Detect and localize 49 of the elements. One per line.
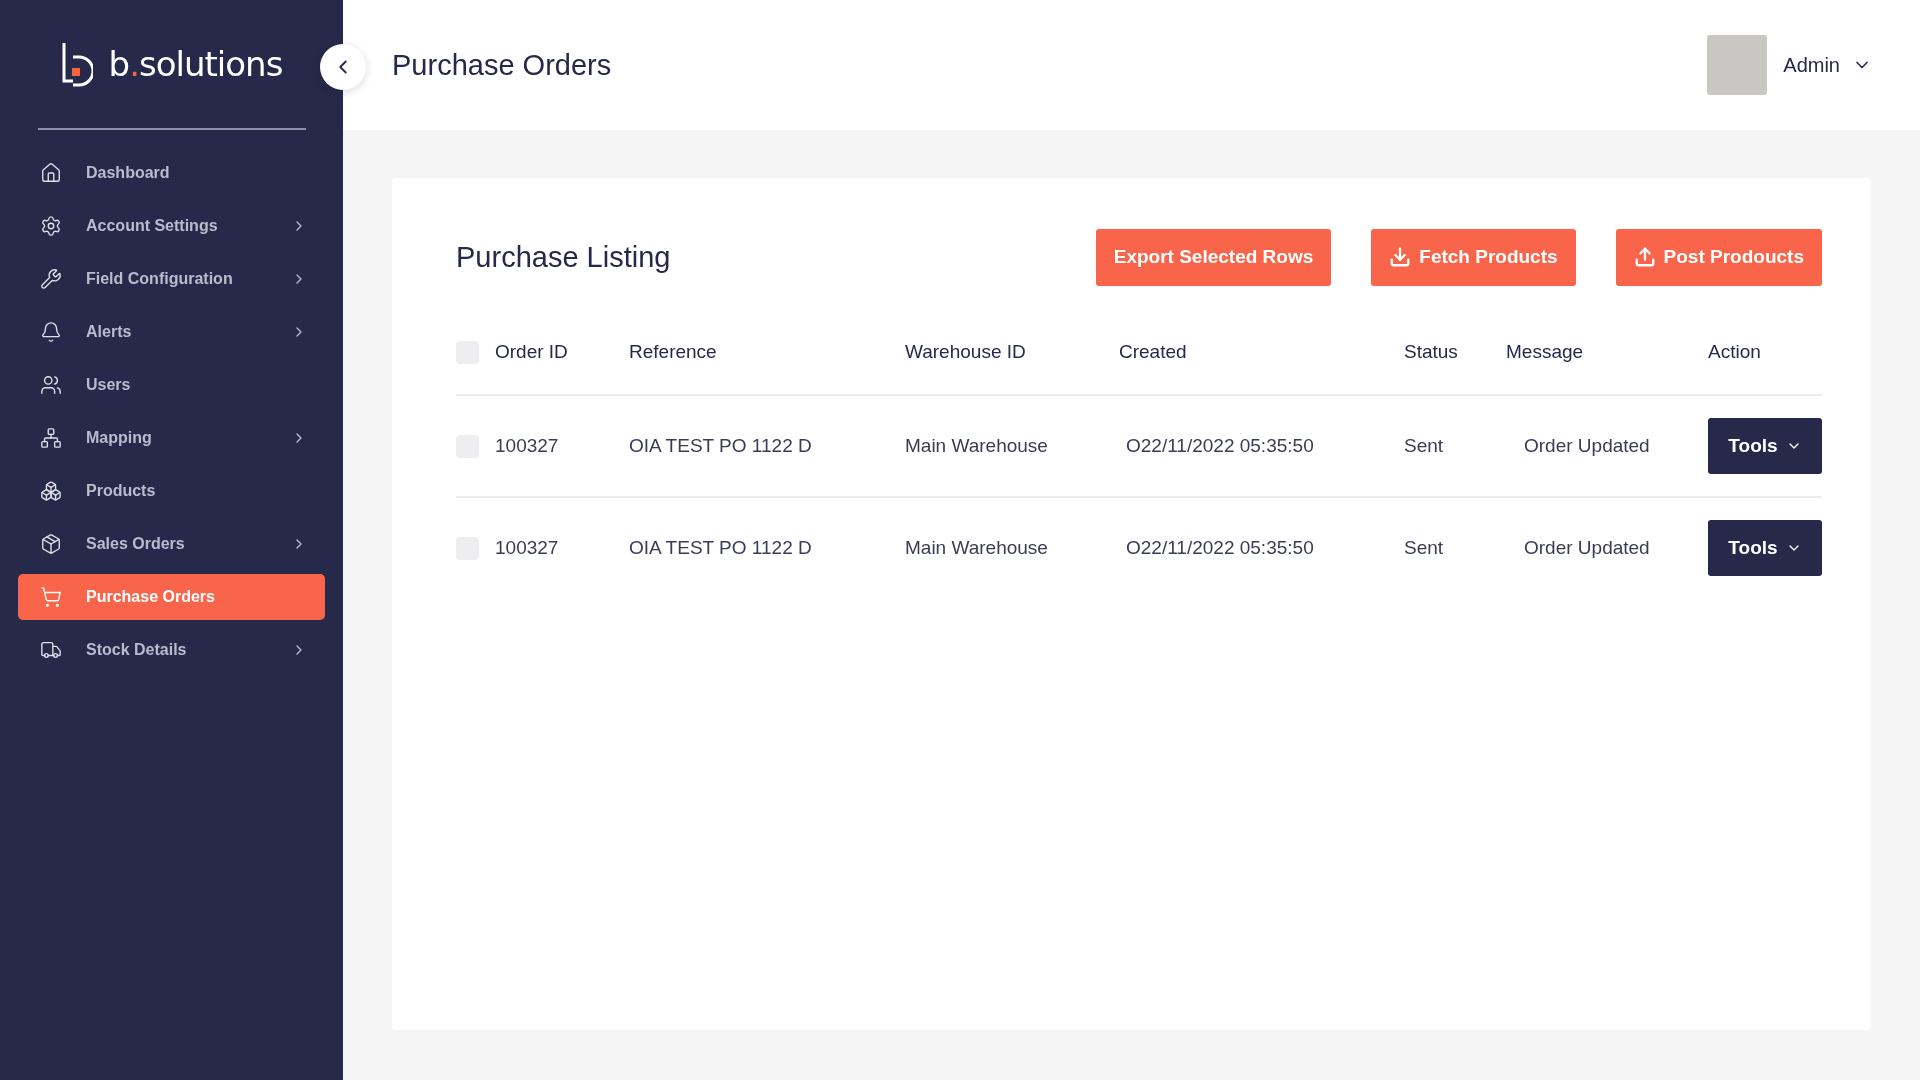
- sidebar-item[interactable]: Products: [18, 468, 325, 514]
- table-cell: Order Updated: [1524, 537, 1650, 559]
- truck-icon: [40, 639, 62, 661]
- table-cell: Main Warehouse: [905, 435, 1048, 457]
- download-icon: [1389, 246, 1412, 268]
- house-icon: [40, 162, 62, 184]
- page-title: Purchase Orders: [392, 48, 613, 82]
- sidebar-item[interactable]: Users: [18, 362, 325, 408]
- sidebar-item[interactable]: Sales Orders: [18, 521, 325, 567]
- card-title: Purchase Listing: [456, 240, 672, 274]
- user-menu[interactable]: Admin: [1783, 53, 1872, 77]
- column-header: Reference: [629, 341, 717, 363]
- table-cell: O22/11/2022 05:35:50: [1126, 537, 1314, 559]
- column-header: Action: [1708, 341, 1761, 363]
- cart-icon: [40, 586, 62, 608]
- tools-button[interactable]: Tools: [1708, 520, 1822, 576]
- column-header: Status: [1404, 341, 1458, 363]
- collapse-button[interactable]: [320, 44, 366, 90]
- bell-icon: [40, 321, 62, 343]
- table-cell: Sent: [1404, 537, 1444, 559]
- sidebar-item[interactable]: Account Settings: [18, 203, 325, 249]
- boxes-icon: [40, 480, 62, 502]
- table-cell: OIA TEST PO 1122 D: [629, 435, 812, 457]
- sidebar-item[interactable]: Field Configuration: [18, 256, 325, 302]
- column-header: Order ID: [495, 341, 568, 363]
- sidebar-item[interactable]: Dashboard: [18, 150, 325, 196]
- avatar-placeholder: [1707, 35, 1768, 95]
- table-cell: 100327: [495, 537, 559, 559]
- table-cell: Sent: [1404, 435, 1444, 457]
- tools-button[interactable]: Tools: [1708, 418, 1822, 474]
- logo-icon: [60, 41, 93, 87]
- table-cell: 100327: [495, 435, 559, 457]
- table-cell: O22/11/2022 05:35:50: [1126, 435, 1314, 457]
- gear-icon: [40, 215, 62, 237]
- table-cell: Main Warehouse: [905, 537, 1048, 559]
- table-cell: Order Updated: [1524, 435, 1650, 457]
- table-cell: OIA TEST PO 1122 D: [629, 537, 812, 559]
- upload-icon: [1633, 246, 1656, 268]
- sidebar-item[interactable]: Stock Details: [18, 627, 325, 673]
- network-icon: [40, 427, 62, 449]
- logo-text: b.solutions: [108, 44, 283, 84]
- column-header: Message: [1506, 341, 1584, 363]
- column-header: Created: [1119, 341, 1187, 363]
- sidebar-item[interactable]: Alerts: [18, 309, 325, 355]
- users-icon: [40, 374, 62, 396]
- wrench-icon: [40, 268, 62, 290]
- package-icon: [40, 533, 62, 555]
- sidebar-item[interactable]: Mapping: [18, 415, 325, 461]
- column-header: Warehouse ID: [905, 341, 1026, 363]
